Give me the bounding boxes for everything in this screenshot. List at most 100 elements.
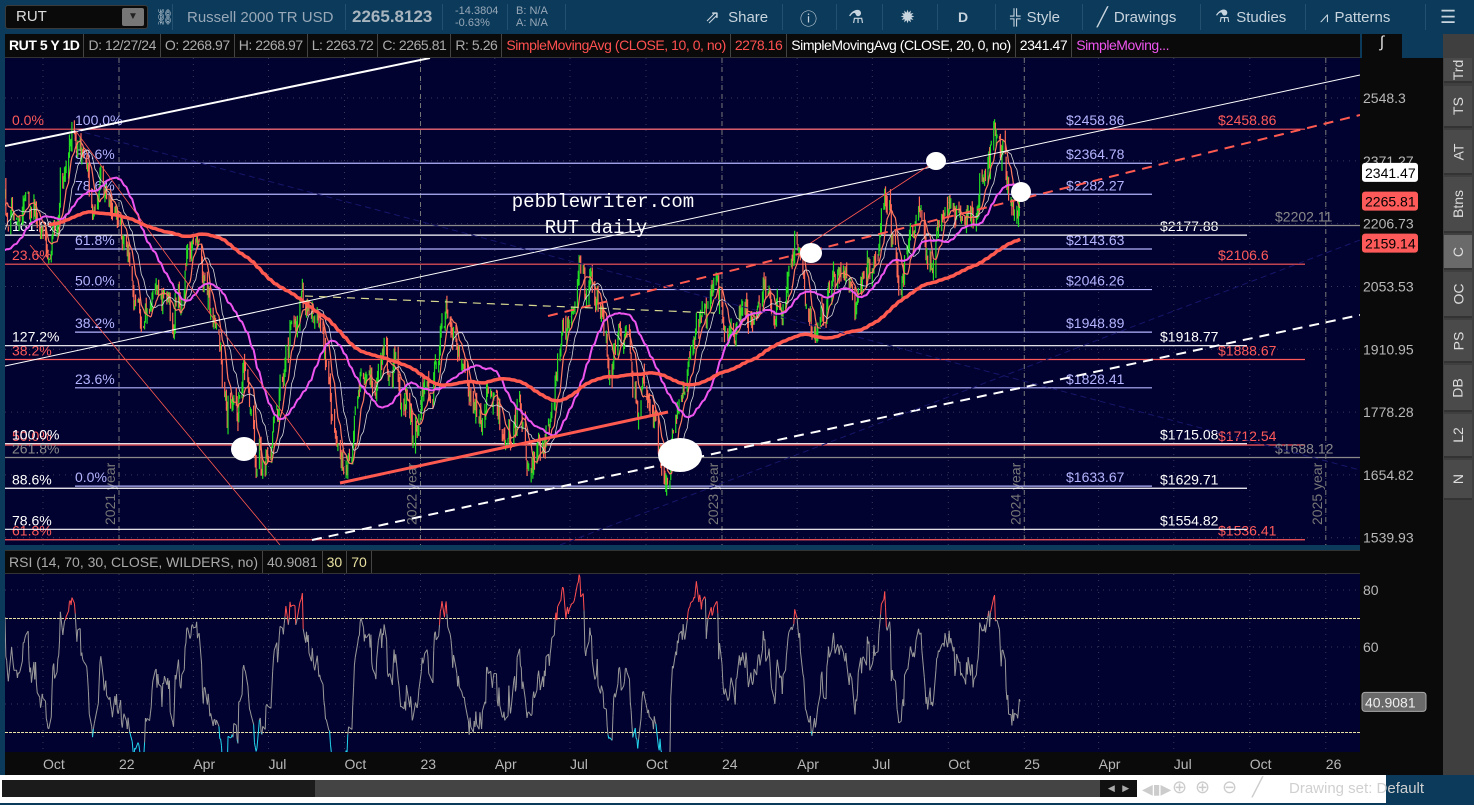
year-label: 2025 year [1309, 462, 1325, 525]
symbol-selector[interactable]: RUT ▼ [5, 5, 148, 29]
zoom-in-icon[interactable]: ⊕ [1195, 777, 1210, 798]
side-tab-btns[interactable]: Btns [1444, 177, 1472, 233]
rsi-label[interactable]: RSI (14, 70, 30, CLOSE, WILDERS, no) [5, 551, 263, 573]
rsi-segment [620, 685, 625, 691]
rsi-segment [704, 598, 707, 639]
side-tab-n[interactable]: N [1444, 460, 1472, 500]
rsi-segment [63, 621, 65, 628]
rsi-segment [509, 705, 512, 714]
rsi-segment [822, 689, 825, 698]
rsi-segment [543, 670, 545, 687]
rsi-segment [670, 682, 673, 698]
rsi-segment [788, 626, 792, 633]
fib-level-price: $2458.86 [1218, 112, 1277, 128]
side-tab-l2[interactable]: L2 [1444, 414, 1472, 458]
share-button[interactable]: ⇗ Share [705, 0, 768, 34]
side-tab-db[interactable]: DB [1444, 365, 1472, 412]
rsi-segment [764, 639, 767, 662]
rsi-segment [595, 674, 597, 678]
rsi-segment [291, 604, 295, 607]
rsi-segment [549, 647, 552, 654]
side-tab-ts[interactable]: TS [1444, 86, 1472, 128]
rsi-segment [866, 636, 868, 666]
rsi-segment [121, 719, 124, 728]
timeframe-button[interactable]: D [958, 0, 968, 34]
info-icon[interactable]: ⓘ [800, 0, 817, 34]
pan-icon[interactable]: ◀▮▶ [1142, 781, 1171, 798]
fib-level-price: $1536.41 [1218, 523, 1277, 539]
flask-icon[interactable]: ⚗ [848, 0, 864, 34]
rsi-segment [439, 608, 442, 612]
rsi-segment [514, 676, 516, 692]
rsi-segment [469, 717, 472, 728]
sma20-label[interactable]: SimpleMovingAvg (CLOSE, 20, 0, no) [787, 34, 1016, 57]
side-tab-c[interactable]: C [1444, 235, 1472, 270]
side-tab-trd[interactable]: Trd [1444, 58, 1472, 83]
rsi-segment [178, 674, 181, 687]
chevron-down-icon[interactable]: ▼ [122, 8, 144, 26]
rsi-segment [690, 600, 694, 604]
rsi-segment [750, 672, 753, 682]
rsi-segment [676, 640, 679, 644]
scroll-arrows[interactable]: ◀ ▶ [1100, 780, 1137, 797]
sma50-label[interactable]: SimpleMoving... [1072, 34, 1173, 57]
rsi-segment [534, 689, 538, 698]
zoom-out-icon[interactable]: ⊖ [1222, 777, 1237, 798]
rsi-segment [429, 677, 434, 684]
rsi-segment [455, 667, 458, 674]
fib-level-pct: 38.2% [12, 343, 52, 359]
study-curve-icon[interactable]: ∫ [1362, 34, 1402, 58]
rsi-segment [619, 667, 621, 675]
rsi-segment [879, 614, 882, 624]
rsi-panel[interactable] [5, 574, 1360, 752]
rsi-segment [952, 646, 955, 652]
rsi-segment [135, 742, 139, 750]
rsi-segment [214, 719, 217, 725]
rsi-segment [495, 673, 498, 701]
rsi-segment [272, 658, 274, 672]
rsi-segment [548, 654, 550, 666]
crosshair-icon[interactable]: ⊕ [1172, 777, 1187, 798]
rsi-segment [550, 637, 553, 648]
sma10-label[interactable]: SimpleMovingAvg (CLOSE, 10, 0, no) [502, 34, 731, 57]
rsi-segment [804, 692, 806, 709]
side-tab-at[interactable]: AT [1444, 130, 1472, 175]
rsi-segment [623, 681, 626, 687]
rsi-segment [832, 632, 834, 640]
rsi-segment [761, 630, 764, 651]
rsi-segment [349, 727, 353, 730]
rsi-oversold: 30 [323, 551, 348, 573]
rsi-segment [185, 628, 188, 644]
fib-level-pct: 161.8% [12, 218, 59, 234]
side-tab-ps[interactable]: PS [1444, 320, 1472, 363]
rsi-segment [88, 714, 93, 727]
rsi-segment [814, 722, 817, 728]
rsi-value: 40.9081 [263, 551, 323, 573]
rsi-segment [360, 617, 364, 628]
gear-icon[interactable]: ✹ [900, 0, 915, 34]
rsi-segment [536, 676, 539, 691]
main-chart-panel[interactable] [5, 58, 1360, 545]
rsi-segment [709, 607, 712, 611]
rsi-segment [913, 652, 915, 658]
rsi-segment [855, 699, 858, 702]
rsi-segment [999, 650, 1002, 667]
rsi-segment [875, 651, 879, 654]
rsi-segment [179, 685, 182, 689]
rsi-segment [230, 737, 232, 739]
scrollbar-thumb[interactable] [2, 780, 315, 797]
rsi-segment [539, 676, 544, 691]
diagonal-line [799, 160, 937, 251]
menu-icon[interactable]: ☰ [1440, 0, 1456, 34]
style-button[interactable]: ╬ Style [1010, 0, 1060, 34]
rsi-segment [568, 603, 573, 610]
rsi-segment [545, 653, 549, 657]
sma20-value: 2341.47 [1016, 34, 1073, 57]
studies-button[interactable]: ⚗ Studies [1215, 0, 1286, 34]
drawings-button[interactable]: ╱ Drawings [1097, 0, 1176, 34]
side-tab-oc[interactable]: OC [1444, 272, 1472, 318]
patterns-button[interactable]: ⩘ Patterns [1320, 0, 1390, 34]
rsi-segment [961, 675, 966, 680]
drawing-set[interactable]: Drawing set: Default [1289, 780, 1424, 797]
drawing-line-icon[interactable]: ╱ [1252, 777, 1263, 798]
